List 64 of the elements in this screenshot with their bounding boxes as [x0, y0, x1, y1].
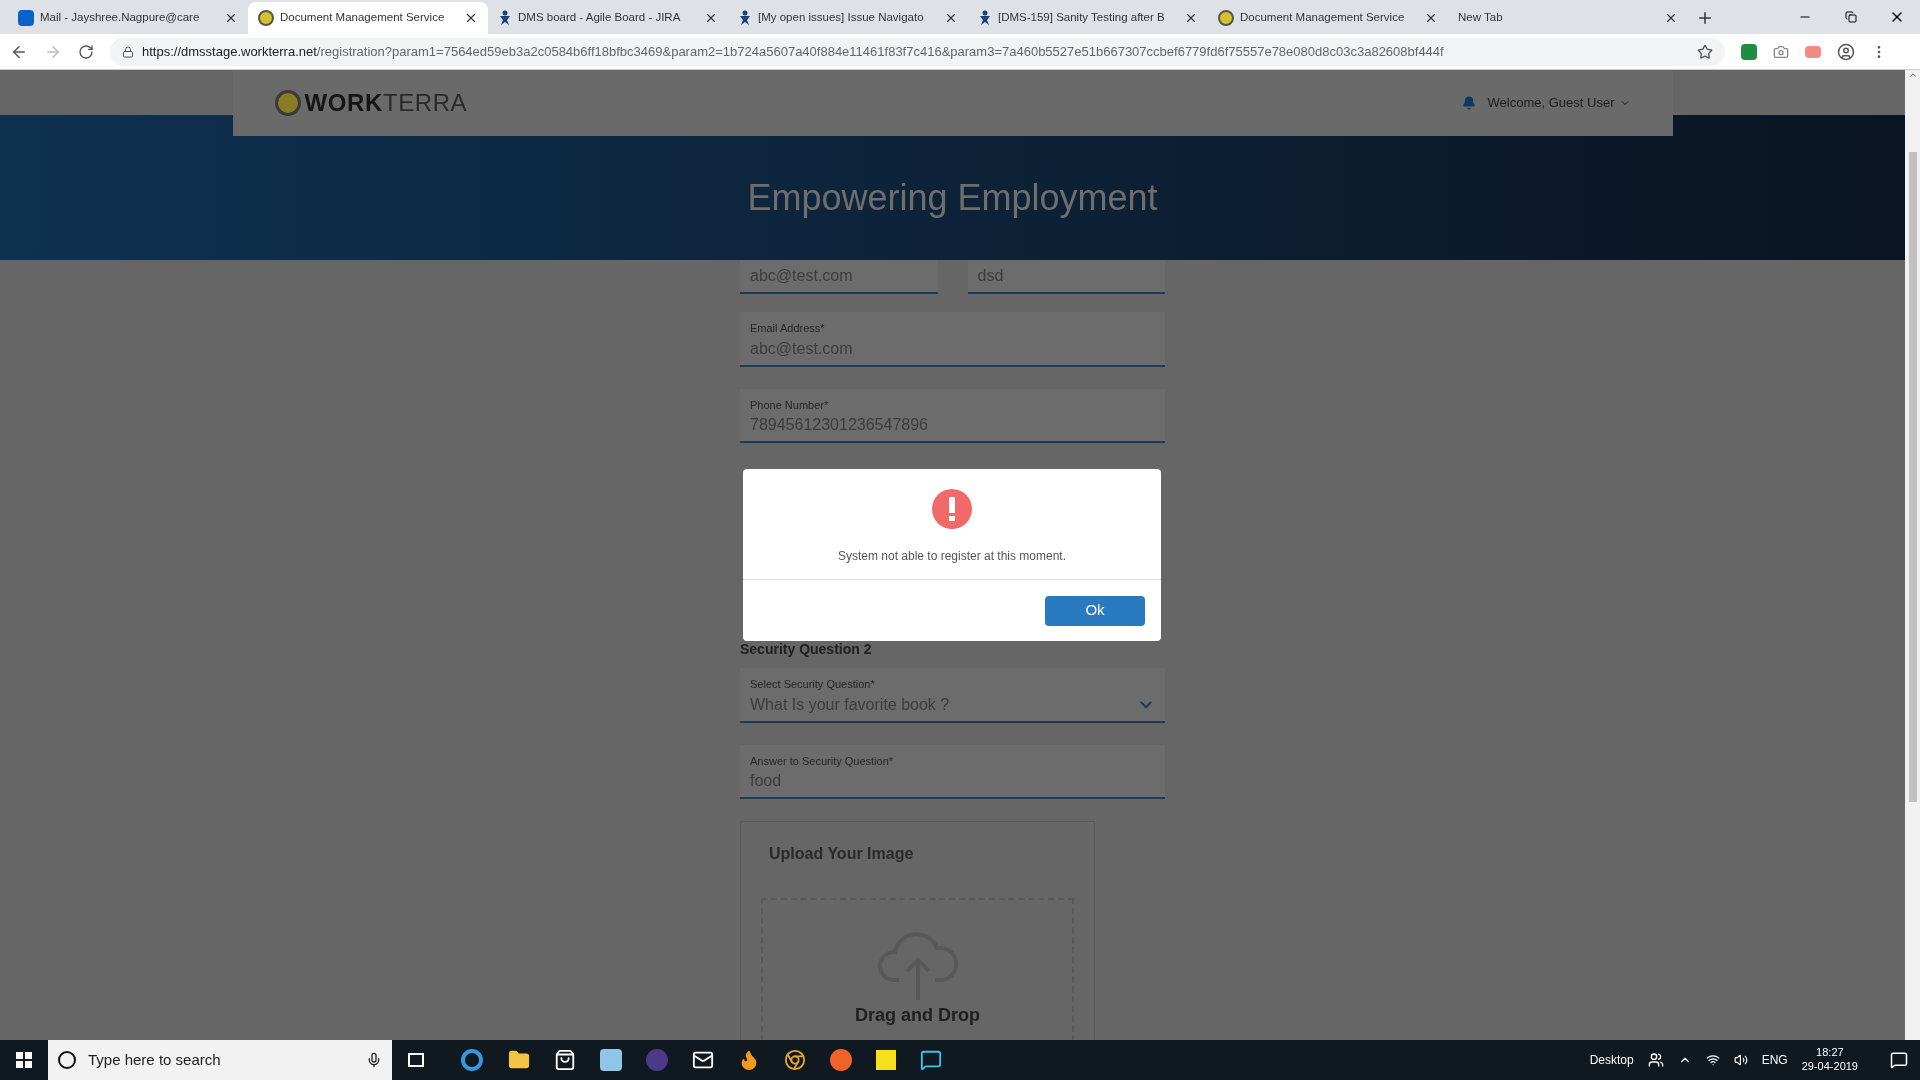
- close-icon[interactable]: [224, 11, 238, 25]
- close-icon[interactable]: [1664, 11, 1678, 25]
- close-icon[interactable]: [944, 11, 958, 25]
- field-label: Select Security Question*: [750, 677, 876, 692]
- people-icon[interactable]: [1647, 1052, 1664, 1068]
- task-view-icon[interactable]: [408, 1053, 424, 1067]
- lock-icon: [122, 45, 134, 58]
- browser-tab[interactable]: [DMS-159] Sanity Testing after B: [968, 2, 1208, 34]
- scroll-up-icon[interactable]: [1907, 70, 1918, 80]
- tab-title: Mail - Jayshree.Nagpure@care: [40, 10, 201, 26]
- banner-title: Empowering Employment: [747, 176, 1158, 220]
- search-placeholder: Type here to search: [88, 1049, 222, 1070]
- tab-title: [My open issues] Issue Navigato: [758, 10, 925, 26]
- jira-icon: [978, 10, 992, 26]
- language-indicator[interactable]: ENG: [1761, 1051, 1788, 1069]
- close-icon[interactable]: [1184, 11, 1198, 25]
- volume-icon[interactable]: [1733, 1053, 1748, 1067]
- notification-icon[interactable]: [1890, 1051, 1908, 1069]
- browser-tab[interactable]: DMS board - Agile Board - JIRA: [488, 2, 728, 34]
- desktop-toolbar[interactable]: Desktop: [1589, 1051, 1634, 1069]
- ok-button[interactable]: Ok: [1045, 595, 1145, 626]
- tab-title: [DMS-159] Sanity Testing after B: [998, 10, 1166, 26]
- upload-title: Upload Your Image: [769, 844, 915, 864]
- logo: WORKTERRA: [304, 88, 468, 118]
- jira-icon: [498, 10, 512, 26]
- warning-icon: [932, 489, 972, 529]
- address-bar[interactable]: https://dmsstage.workterra.net/registration?param1=7564ed59eb3a2c0584b6ff18bfbc3469&param2=1b724a5607a40f884e11461f83f7c416&param3=7a460b5527e51b667307ccbef6779fd6f75557e78e080d8c03c3a82608bf444f: [110, 37, 1725, 66]
- profile-icon[interactable]: [1837, 42, 1855, 61]
- chat-icon[interactable]: [920, 1049, 942, 1071]
- tab-title: Document Management Service: [280, 10, 446, 26]
- logo-icon: [1218, 10, 1234, 26]
- browser-tab[interactable]: Document Management Service: [1208, 2, 1448, 34]
- jira-icon: [738, 10, 752, 26]
- reload-icon[interactable]: [78, 43, 94, 60]
- drop-text: Drag and Drop: [855, 1004, 980, 1027]
- field-label: Phone Number*: [750, 397, 830, 413]
- chrome-icon[interactable]: [784, 1049, 806, 1071]
- tab-title: New Tab: [1458, 10, 1504, 26]
- field-label: Answer to Security Question*: [750, 753, 895, 769]
- close-icon[interactable]: [464, 11, 478, 25]
- camera-icon[interactable]: [1773, 43, 1789, 60]
- scrollbar[interactable]: [1905, 70, 1920, 1040]
- section-heading: Security Question 2: [740, 640, 873, 659]
- clock[interactable]: 18:27 29-04-2019: [1801, 1046, 1858, 1074]
- close-icon[interactable]: [1424, 11, 1438, 25]
- folder-icon[interactable]: [508, 1049, 530, 1071]
- dialog-message: System not able to register at this moment.: [837, 548, 1067, 565]
- microphone-icon[interactable]: [366, 1052, 382, 1068]
- field-label: Email Address*: [750, 321, 826, 336]
- new-tab-icon[interactable]: [1696, 9, 1714, 27]
- tab-title: Document Management Service: [1240, 10, 1406, 26]
- browser-tab[interactable]: New Tab: [1448, 2, 1688, 34]
- logo-icon: [274, 90, 301, 116]
- store-icon[interactable]: [554, 1049, 576, 1071]
- browser-tab[interactable]: [My open issues] Issue Navigato: [728, 2, 968, 34]
- bookmark-star-icon[interactable]: [1697, 43, 1713, 60]
- tab-title: DMS board - Agile Board - JIRA: [518, 10, 682, 26]
- search-field[interactable]: Type here to search: [48, 1040, 392, 1080]
- close-icon[interactable]: [704, 11, 718, 25]
- browser-tab[interactable]: Document Management Service: [248, 2, 488, 34]
- logo-icon: [258, 10, 274, 26]
- browser-tab[interactable]: Mail - Jayshree.Nagpure@care: [8, 2, 248, 34]
- url-text: https://dmsstage.workterra.net/registration?param1=7564ed59eb3a2c0584b6ff18bfbc3469&param2=1b724a5607a40f884e11461f83f7c416&param3=7a460b5527e51b667307ccbef6779fd6f75557e78e080d8c03c3a82608bf444f: [142, 42, 1445, 61]
- network-icon[interactable]: [1705, 1053, 1720, 1067]
